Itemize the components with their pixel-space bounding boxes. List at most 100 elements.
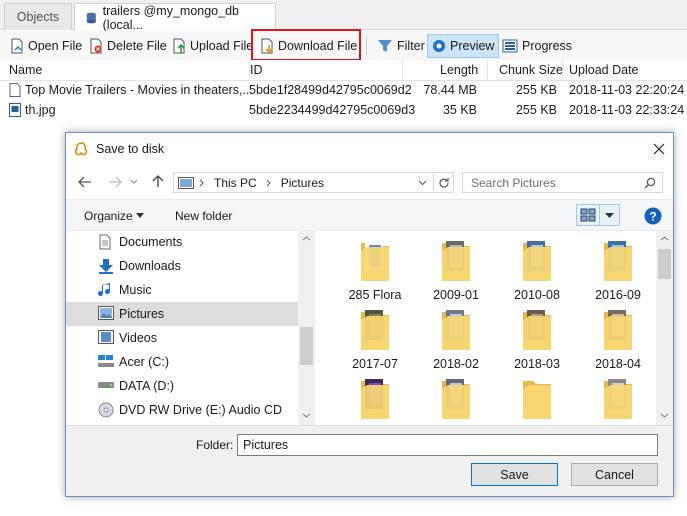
back-arrow-icon[interactable] <box>78 176 92 188</box>
nav-item-videos[interactable]: Videos <box>66 326 298 350</box>
folder-icon <box>604 379 632 419</box>
tab-label: trailers @my_mongo_db (local... <box>102 3 239 32</box>
column-header-upload-date[interactable]: Upload Date <box>569 63 639 77</box>
folder-name-input[interactable]: Pictures <box>237 434 658 456</box>
view-dropdown-icon <box>605 213 614 218</box>
folder-item[interactable]: 2016-09 <box>578 237 658 305</box>
refresh-icon[interactable] <box>438 177 450 189</box>
cell-upload-date: 2018-11-03 22:33:24 <box>569 103 685 117</box>
tab-bar: Objects trailers @my_mongo_db (local... <box>0 0 687 32</box>
nav-item-data-d[interactable]: DATA (D:) <box>66 374 298 398</box>
file-grid-header: Name ID Length Chunk Size Upload Date <box>0 60 687 81</box>
folder-label: 2018-02 <box>433 357 479 371</box>
open-file-button[interactable]: Open File <box>6 34 86 58</box>
system-drive-icon <box>98 355 114 367</box>
downloads-icon <box>99 259 113 274</box>
folder-item[interactable]: 2010-08 <box>497 237 577 305</box>
organize-menu[interactable]: Organize <box>84 209 133 223</box>
address-divider <box>433 173 434 192</box>
folder-item[interactable]: 2018-03 <box>497 306 577 374</box>
folder-item[interactable]: 2009-01 <box>416 237 496 305</box>
nav-scrollbar[interactable] <box>298 231 315 425</box>
save-button[interactable]: Save <box>471 463 558 486</box>
progress-button[interactable]: Progress <box>498 34 576 58</box>
forward-arrow-icon[interactable] <box>108 176 122 188</box>
folder-label: 2018-03 <box>514 357 560 371</box>
nav-item-downloads[interactable]: Downloads <box>66 254 298 278</box>
address-dropdown-icon[interactable] <box>418 180 427 186</box>
column-header-id[interactable]: ID <box>249 60 263 81</box>
column-divider <box>562 60 563 81</box>
new-folder-button[interactable]: New folder <box>175 209 232 223</box>
nav-item-label: Acer (C:) <box>119 355 169 369</box>
upload-file-button[interactable]: Upload File <box>168 34 257 58</box>
cell-length: 35 KB <box>442 103 477 117</box>
cell-length: 78.44 MB <box>423 83 477 97</box>
open-file-label: Open File <box>28 39 83 53</box>
folder-icon <box>523 381 551 419</box>
progress-label: Progress <box>522 39 573 53</box>
folder-icon <box>442 379 470 419</box>
save-to-disk-dialog: Save to disk This PC Pictures Search Pic… <box>65 132 674 497</box>
nav-item-acer-c[interactable]: Acer (C:) <box>66 350 298 374</box>
breadcrumb-pictures[interactable]: Pictures <box>281 176 324 190</box>
cancel-button[interactable]: Cancel <box>571 463 658 486</box>
dialog-title: Save to disk <box>96 142 165 156</box>
help-icon[interactable]: ? <box>644 207 662 225</box>
recent-locations-chevron-icon[interactable] <box>130 179 138 185</box>
address-bar[interactable]: This PC Pictures <box>173 172 454 193</box>
nav-item-label: Videos <box>119 331 157 345</box>
column-header-length[interactable]: Length <box>440 63 478 77</box>
documents-icon <box>99 234 111 250</box>
nav-item-music[interactable]: Music <box>66 278 298 302</box>
table-row[interactable]: Top Movie Trailers - Movies in theaters,… <box>0 81 687 100</box>
folder-label: 2016-09 <box>595 288 641 302</box>
up-arrow-icon[interactable] <box>152 174 164 188</box>
pictures-location-icon <box>178 176 194 189</box>
table-row[interactable]: th.jpg 5bde2234499d42795c0069d3 35 KB 25… <box>0 101 687 120</box>
dvd-drive-icon <box>98 402 114 418</box>
search-pictures-input[interactable]: Search Pictures <box>462 172 663 193</box>
filter-button[interactable]: Filter <box>373 34 429 58</box>
close-icon[interactable] <box>653 143 665 155</box>
column-header-chunk-size[interactable]: Chunk Size <box>499 63 563 77</box>
breadcrumb-this-pc[interactable]: This PC <box>214 176 257 190</box>
nav-item-documents[interactable]: Documents <box>66 230 298 254</box>
tab-objects[interactable]: Objects <box>4 3 72 30</box>
image-file-icon <box>9 103 21 117</box>
folder-icon <box>604 241 632 281</box>
preview-icon <box>433 40 445 52</box>
folder-content-area: 285 Flora 2009-01 2010-08 2016-09 2017-0 <box>315 231 673 425</box>
nav-item-label: DVD RW Drive (E:) Audio CD <box>119 403 282 417</box>
folder-label: 2010-08 <box>514 288 560 302</box>
folder-item[interactable]: 2018-02 <box>416 306 496 374</box>
column-header-name[interactable]: Name <box>9 63 42 77</box>
delete-file-button[interactable]: Delete File <box>85 34 171 58</box>
scroll-up-icon[interactable] <box>302 236 311 241</box>
scroll-down-icon[interactable] <box>660 413 669 418</box>
folder-icon <box>604 310 632 350</box>
folder-item[interactable]: 2018-04 <box>578 306 658 374</box>
folder-icon <box>361 241 389 281</box>
content-scrollbar[interactable] <box>656 231 673 425</box>
cell-chunk-size: 255 KB <box>515 103 557 117</box>
cell-id: 5bde2234499d42795c0069d3 <box>249 103 416 117</box>
folder-item[interactable]: 285 Flora <box>335 237 415 305</box>
upload-file-label: Upload File <box>190 39 254 53</box>
nav-item-dvd-rw-e[interactable]: DVD RW Drive (E:) Audio CD <box>66 398 298 422</box>
scroll-down-icon[interactable] <box>302 413 311 418</box>
svg-text:?: ? <box>649 210 656 224</box>
view-options-button[interactable] <box>576 204 620 226</box>
videos-icon <box>98 330 114 344</box>
nav-scroll-thumb[interactable] <box>300 327 313 365</box>
content-scroll-thumb[interactable] <box>658 249 671 279</box>
nav-item-pictures[interactable]: Pictures <box>66 302 298 326</box>
download-file-highlight <box>251 29 361 61</box>
toolbar-separator <box>366 37 367 55</box>
tab-trailers[interactable]: trailers @my_mongo_db (local... <box>74 3 276 32</box>
preview-button[interactable]: Preview <box>427 34 500 58</box>
folder-item[interactable]: 2017-07 <box>335 306 415 374</box>
scroll-up-icon[interactable] <box>660 236 669 241</box>
folder-label: 285 Flora <box>348 288 402 302</box>
gridfs-bucket-icon <box>86 12 96 23</box>
